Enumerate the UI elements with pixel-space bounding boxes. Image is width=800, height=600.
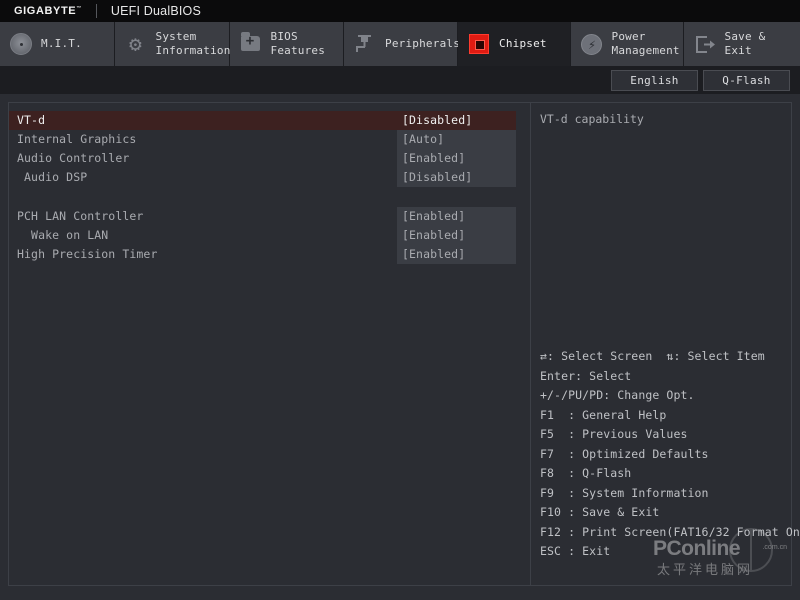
language-button[interactable]: English (611, 69, 698, 91)
shortcut-f10-save-exit: F10 : Save & Exit (540, 505, 660, 519)
shortcut-f1-general-help: F1 : General Help (540, 407, 667, 422)
setting-label: High Precision Timer (17, 247, 158, 261)
tab-mit-label: M.I.T. (41, 37, 82, 50)
tab-save-and-exit[interactable]: Save & Exit (683, 22, 800, 66)
setting-value[interactable]: [Enabled] (397, 149, 516, 168)
setting-value[interactable]: [Disabled] (397, 111, 516, 130)
setting-row-vt-d[interactable]: VT-d [Disabled] (9, 111, 530, 130)
folder-plus-icon (238, 31, 264, 57)
shortcut-f7-defaults: F7 : Optimized Defaults (540, 446, 709, 461)
exit-door-icon-svg (695, 36, 715, 53)
shortcut-enter-select: Enter: Select (540, 368, 632, 383)
setting-row-internal-graphics[interactable]: Internal Graphics [Auto] (9, 130, 530, 149)
tab-system-information-label: System Information (155, 30, 231, 57)
shortcut-f5-previous: F5 : Previous Values (540, 427, 688, 441)
main-tab-bar: M.I.T. ⚙ System Information BIOS Feature… (0, 22, 800, 66)
shortcut-change-opt: +/-/PU/PD: Change Opt. (540, 388, 695, 402)
setting-row-pch-lan-controller[interactable]: PCH LAN Controller [Enabled] (9, 207, 530, 226)
tab-peripherals-label: Peripherals (385, 37, 461, 50)
setting-value[interactable]: [Enabled] (397, 226, 516, 245)
help-description: VT-d capability (540, 112, 644, 126)
setting-row-wake-on-lan[interactable]: Wake on LAN [Enabled] (9, 226, 530, 245)
tab-power-management-label: Power Management (611, 30, 680, 57)
tab-chipset[interactable]: Chipset (458, 22, 571, 66)
brand-bar: GIGABYTE™ UEFI DualBIOS (0, 0, 800, 22)
help-pane: VT-d capability ⇄: Select Screen ⇅: Sele… (531, 103, 800, 585)
chip-icon (466, 31, 492, 57)
setting-label: Internal Graphics (17, 132, 137, 146)
trademark-symbol: ™ (76, 5, 82, 12)
setting-value[interactable]: [Disabled] (397, 168, 516, 187)
shortcut-f8-qflash: F8 : Q-Flash (540, 466, 632, 480)
tab-save-and-exit-label: Save & Exit (724, 30, 766, 57)
tab-chipset-label: Chipset (499, 37, 547, 50)
q-flash-button[interactable]: Q-Flash (703, 69, 790, 91)
app-title: UEFI DualBIOS (110, 4, 201, 18)
tab-system-information[interactable]: ⚙ System Information (114, 22, 231, 66)
settings-list: VT-d [Disabled] Internal Graphics [Auto]… (9, 103, 531, 585)
tab-bios-features[interactable]: BIOS Features (229, 22, 344, 66)
gigabyte-logo: GIGABYTE™ (0, 5, 82, 17)
setting-value[interactable]: [Enabled] (397, 207, 516, 226)
shortcut-select-screen: ⇄: Select Screen ⇅: Select Item (540, 349, 765, 363)
disc-icon (8, 31, 34, 57)
setting-label: Wake on LAN (17, 228, 109, 242)
setting-row-audio-controller[interactable]: Audio Controller [Enabled] (9, 149, 530, 168)
tab-peripherals[interactable]: Peripherals (344, 22, 461, 66)
watermark-chinese-text: 太平洋电脑网 (657, 563, 754, 578)
setting-label: VT-d (9, 111, 397, 130)
tab-bios-features-label: BIOS Features (270, 30, 326, 57)
keyboard-shortcuts-list: ⇄: Select Screen ⇅: Select Item Enter: S… (540, 347, 800, 562)
shortcut-f12-print-screen: F12 : Print Screen(FAT16/32 Format Only) (540, 524, 800, 539)
exit-door-icon (692, 31, 718, 57)
gigabyte-logo-text: GIGABYTE (14, 5, 77, 17)
setting-row-high-precision-timer[interactable]: High Precision Timer [Enabled] (9, 245, 530, 264)
setting-row-audio-dsp[interactable]: Audio DSP [Disabled] (9, 168, 530, 187)
brand-divider (95, 4, 97, 18)
setting-group-spacer (9, 187, 530, 207)
setting-value[interactable]: [Auto] (397, 130, 516, 149)
setting-label: Audio DSP (17, 170, 88, 184)
setting-value[interactable]: [Enabled] (397, 245, 516, 264)
power-bolt-icon (579, 31, 605, 57)
tab-mit[interactable]: M.I.T. (0, 22, 115, 66)
shortcut-esc-exit: ESC : Exit (540, 544, 611, 558)
main-content-area: VT-d [Disabled] Internal Graphics [Auto]… (8, 102, 800, 586)
shortcut-f9-sysinfo: F9 : System Information (540, 485, 709, 500)
gear-icon: ⚙ (129, 32, 142, 56)
secondary-action-bar: English Q-Flash (0, 66, 800, 94)
tab-power-management[interactable]: Power Management (570, 22, 684, 66)
setting-label: PCH LAN Controller (17, 209, 144, 223)
peripherals-icon-svg (356, 35, 371, 52)
peripherals-icon (352, 31, 378, 57)
setting-label: Audio Controller (17, 151, 130, 165)
